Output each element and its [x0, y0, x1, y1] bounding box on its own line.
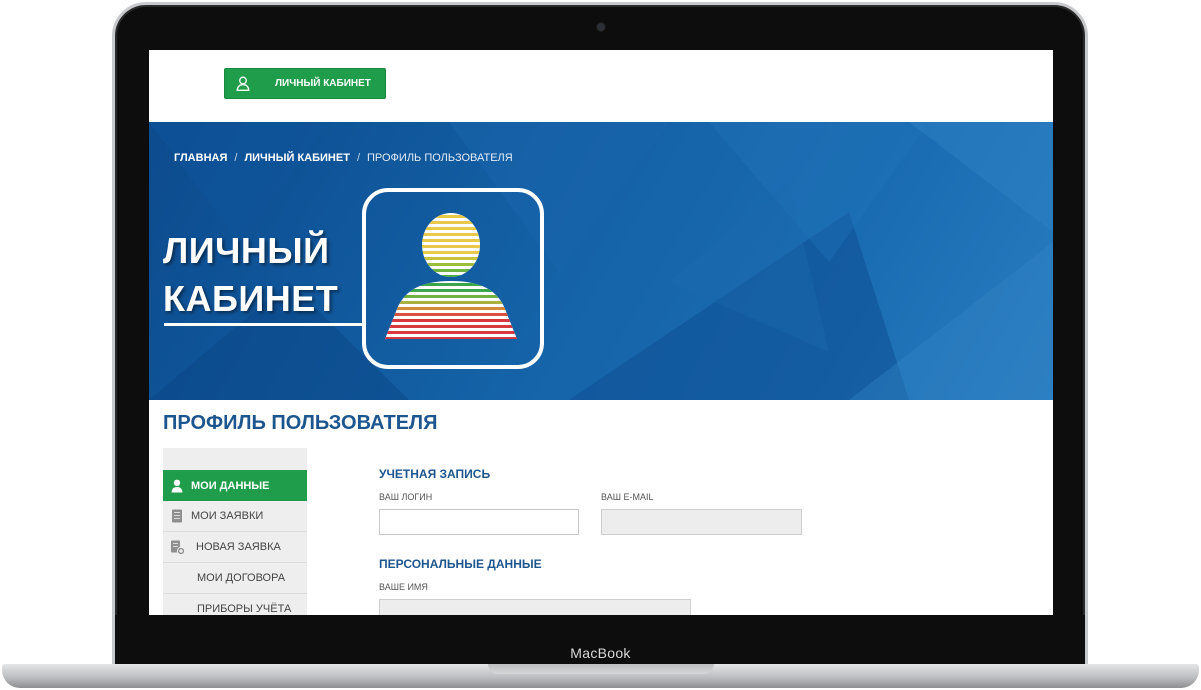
email-label: ВАШ E-MAIL	[601, 492, 654, 502]
sidebar-item-meters[interactable]: ПРИБОРЫ УЧЁТА	[163, 594, 307, 615]
sidebar-item-my-data[interactable]: МОИ ДАННЫЕ	[163, 470, 307, 501]
name-field[interactable]	[379, 599, 691, 615]
name-label: ВАШЕ ИМЯ	[379, 582, 428, 592]
browser-viewport: ЛИЧНЫЙ КАБИНЕТ ГЛАВНАЯ / ЛИЧНЫЙ КАБИНЕТ …	[149, 50, 1053, 615]
document-icon	[163, 509, 191, 523]
hero-underline	[164, 323, 364, 326]
personal-section-title: ПЕРСОНАЛЬНЫЕ ДАННЫЕ	[379, 557, 542, 571]
add-document-icon	[163, 540, 191, 555]
sidebar-item-new-request[interactable]: НОВАЯ ЗАЯВКА	[163, 532, 307, 563]
hero-title-line2: КАБИНЕТ	[163, 278, 339, 319]
personal-cabinet-button[interactable]: ЛИЧНЫЙ КАБИНЕТ	[224, 68, 386, 99]
device-brand-label: MacBook	[570, 645, 631, 661]
user-icon	[163, 479, 191, 493]
sidebar-item-label: МОИ ДОГОВОРА	[197, 572, 286, 584]
breadcrumb-home-link[interactable]: ГЛАВНАЯ	[174, 152, 227, 164]
hero-title-line1: ЛИЧНЫЙ	[163, 230, 330, 271]
breadcrumb-current: ПРОФИЛЬ ПОЛЬЗОВАТЕЛЯ	[367, 152, 513, 164]
sidebar-item-label: МОИ ЗАЯВКИ	[191, 510, 264, 522]
camera-icon	[597, 23, 605, 31]
hero-banner: ГЛАВНАЯ / ЛИЧНЫЙ КАБИНЕТ / ПРОФИЛЬ ПОЛЬЗ…	[149, 122, 1053, 400]
sidebar-item-my-contracts[interactable]: МОИ ДОГОВОРА	[163, 563, 307, 594]
breadcrumb-separator: /	[356, 152, 360, 164]
profile-sidebar: МОИ ДАННЫЕ МОИ ЗАЯВКИ НОВАЯ ЗАЯВКА МОИ Д…	[163, 448, 307, 615]
striped-user-avatar-icon	[385, 213, 517, 339]
login-field[interactable]	[379, 509, 579, 535]
sidebar-item-label: ПРИБОРЫ УЧЁТА	[197, 603, 292, 615]
login-label: ВАШ ЛОГИН	[379, 492, 433, 502]
hero-title: ЛИЧНЫЙ КАБИНЕТ	[163, 227, 338, 323]
sidebar-item-my-requests[interactable]: МОИ ЗАЯВКИ	[163, 501, 307, 532]
site-header: ЛИЧНЫЙ КАБИНЕТ	[149, 50, 1053, 122]
user-icon	[225, 76, 261, 91]
email-field[interactable]	[601, 509, 802, 535]
breadcrumb-separator: /	[234, 152, 238, 164]
account-section-title: УЧЕТНАЯ ЗАПИСЬ	[379, 467, 491, 481]
breadcrumb: ГЛАВНАЯ / ЛИЧНЫЙ КАБИНЕТ / ПРОФИЛЬ ПОЛЬЗ…	[174, 152, 513, 164]
sidebar-item-label: МОИ ДАННЫЕ	[191, 479, 270, 492]
sidebar-item-label: НОВАЯ ЗАЯВКА	[196, 541, 281, 553]
breadcrumb-cabinet-link[interactable]: ЛИЧНЫЙ КАБИНЕТ	[244, 152, 350, 164]
laptop-notch	[488, 664, 714, 674]
page-title: ПРОФИЛЬ ПОЛЬЗОВАТЕЛЯ	[163, 412, 438, 434]
personal-cabinet-button-label: ЛИЧНЫЙ КАБИНЕТ	[275, 78, 371, 89]
